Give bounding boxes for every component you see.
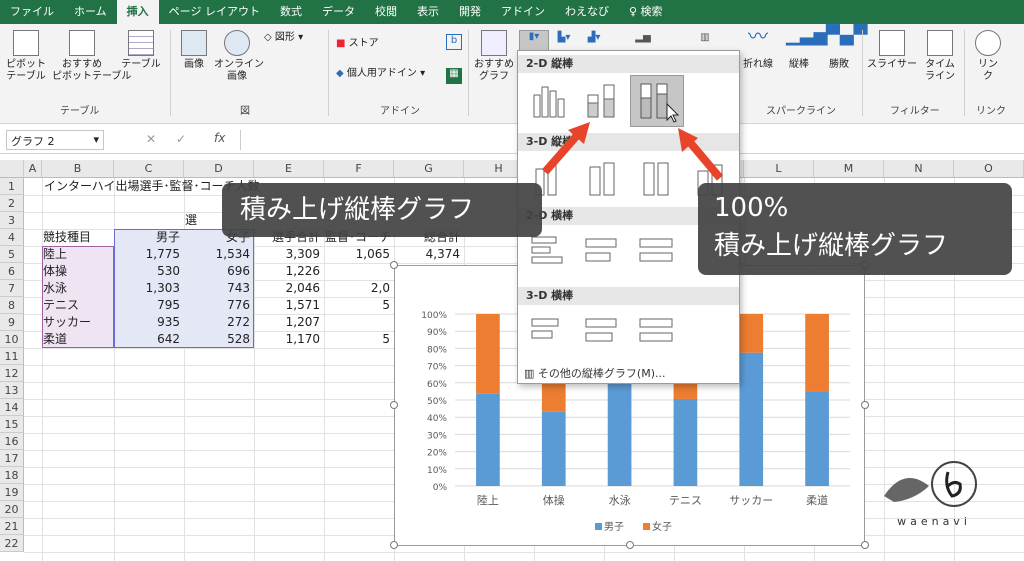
- annotation-arrows: [541, 122, 724, 181]
- callout-100-line2: 積み上げ縦棒グラフ: [714, 231, 949, 261]
- callout-stacked: 積み上げ縦棒グラフ: [222, 183, 542, 237]
- callout-100-stacked: 100% 積み上げ縦棒グラフ: [698, 183, 1012, 275]
- arrow-right: [684, 137, 724, 181]
- watermark-text: waenavi: [897, 515, 971, 528]
- callout-100-line1: 100%: [714, 193, 789, 223]
- waenavi-logo: waenavi: [874, 456, 994, 528]
- arrow-left: [541, 129, 584, 175]
